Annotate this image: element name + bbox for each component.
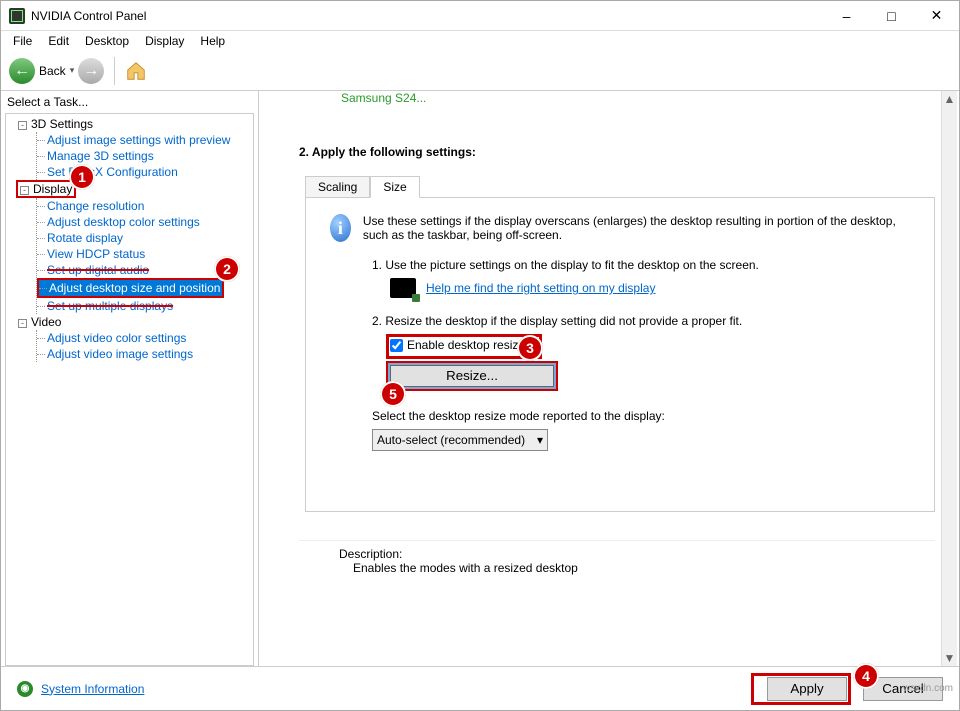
tab-scaling[interactable]: Scaling — [305, 176, 370, 198]
menu-help[interactable]: Help — [192, 32, 233, 50]
callout-1: 1 — [69, 164, 95, 190]
tree-item-adjust-size-position[interactable]: Adjust desktop size and position — [39, 280, 222, 296]
back-button[interactable]: ← Back ▾ — [9, 58, 74, 84]
callout-2: 2 — [214, 256, 240, 282]
step1-text: 1. Use the picture settings on the displ… — [372, 258, 910, 272]
enable-resizing-label: Enable desktop resizing — [407, 338, 534, 352]
monitor-name: Samsung S24... — [341, 91, 935, 105]
sidebar-header: Select a Task... — [1, 91, 258, 113]
monitor-icon — [390, 278, 416, 298]
tree-caption-3d[interactable]: -3D Settings — [16, 116, 249, 132]
apply-button[interactable]: Apply — [767, 677, 847, 701]
section-heading: 2. Apply the following settings: — [299, 145, 935, 159]
content-scroll[interactable]: Samsung S24... 2. Apply the following se… — [259, 91, 959, 666]
tab-body-size: i Use these settings if the display over… — [305, 198, 935, 512]
maximize-button[interactable]: □ — [869, 1, 914, 30]
select-value: Auto-select (recommended) — [377, 433, 525, 447]
tree-item-manage-3d[interactable]: Manage 3D settings — [37, 148, 249, 164]
back-label: Back — [39, 64, 66, 78]
menu-edit[interactable]: Edit — [40, 32, 77, 50]
description-block: Description: Enables the modes with a re… — [299, 540, 935, 575]
minimize-button[interactable]: – — [824, 1, 869, 30]
tree-item-multiple-displays[interactable]: Set up multiple displays — [37, 298, 249, 314]
scroll-up-icon[interactable]: ▲ — [942, 91, 957, 107]
info-icon: i — [330, 214, 351, 242]
nvidia-badge-icon: ◉ — [17, 681, 33, 697]
resize-mode-select[interactable]: Auto-select (recommended) ▾ — [372, 429, 548, 451]
menu-file[interactable]: File — [5, 32, 40, 50]
resize-button[interactable]: Resize... — [390, 365, 554, 387]
menu-desktop[interactable]: Desktop — [77, 32, 137, 50]
callout-4: 4 — [853, 663, 879, 689]
main-body: Select a Task... -3D Settings Adjust ima… — [1, 91, 959, 666]
home-button[interactable] — [125, 60, 147, 82]
close-button[interactable]: ✕ — [914, 1, 959, 30]
tree-group-display: -Display Change resolution Adjust deskto… — [16, 180, 249, 314]
toolbar: ← Back ▾ → — [1, 51, 959, 91]
window-title: NVIDIA Control Panel — [31, 9, 824, 23]
menu-bar: File Edit Desktop Display Help — [1, 31, 959, 51]
scroll-down-icon[interactable]: ▼ — [942, 650, 957, 666]
tab-size[interactable]: Size — [370, 176, 419, 198]
tree-caption-display[interactable]: -Display — [18, 181, 74, 197]
select-label: Select the desktop resize mode reported … — [372, 409, 910, 423]
footer: ◉ System Information Apply Cancel — [1, 666, 959, 710]
back-icon: ← — [9, 58, 35, 84]
tree-item-video-image[interactable]: Adjust video image settings — [37, 346, 249, 362]
enable-resizing-checkbox[interactable] — [390, 339, 403, 352]
chevron-down-icon: ▾ — [537, 433, 543, 447]
tree-item-adjust-image[interactable]: Adjust image settings with preview — [37, 132, 249, 148]
tree-item-rotate[interactable]: Rotate display — [37, 230, 249, 246]
watermark: wsxdn.com — [903, 683, 953, 694]
tree-caption-video[interactable]: -Video — [16, 314, 249, 330]
callout-3: 3 — [517, 335, 543, 361]
callout-5: 5 — [380, 381, 406, 407]
window-controls: – □ ✕ — [824, 1, 959, 30]
help-link[interactable]: Help me find the right setting on my dis… — [426, 281, 655, 295]
app-window: 1 2 3 5 4 wsxdn.com NVIDIA Control Panel… — [0, 0, 960, 711]
description-text: Enables the modes with a resized desktop — [353, 561, 935, 575]
task-tree[interactable]: -3D Settings Adjust image settings with … — [5, 113, 254, 666]
tabs: Scaling Size — [305, 175, 935, 198]
menu-display[interactable]: Display — [137, 32, 192, 50]
back-dropdown-icon[interactable]: ▾ — [70, 65, 75, 76]
toolbar-separator — [114, 57, 115, 85]
app-icon — [9, 8, 25, 24]
tree-item-color-settings[interactable]: Adjust desktop color settings — [37, 214, 249, 230]
system-information-link[interactable]: System Information — [41, 682, 751, 696]
vertical-scrollbar[interactable]: ▲ ▼ — [941, 91, 957, 666]
tree-group-video: -Video Adjust video color settings Adjus… — [16, 314, 249, 362]
tree-item-change-resolution[interactable]: Change resolution — [37, 198, 249, 214]
forward-button[interactable]: → — [78, 58, 104, 84]
sidebar: Select a Task... -3D Settings Adjust ima… — [1, 91, 259, 666]
description-heading: Description: — [339, 547, 935, 561]
intro-text: Use these settings if the display oversc… — [363, 214, 910, 242]
step2-text: 2. Resize the desktop if the display set… — [372, 314, 910, 328]
tree-group-3d: -3D Settings Adjust image settings with … — [16, 116, 249, 180]
title-bar: NVIDIA Control Panel – □ ✕ — [1, 1, 959, 31]
content-pane: Samsung S24... 2. Apply the following se… — [259, 91, 959, 666]
tree-item-video-color[interactable]: Adjust video color settings — [37, 330, 249, 346]
